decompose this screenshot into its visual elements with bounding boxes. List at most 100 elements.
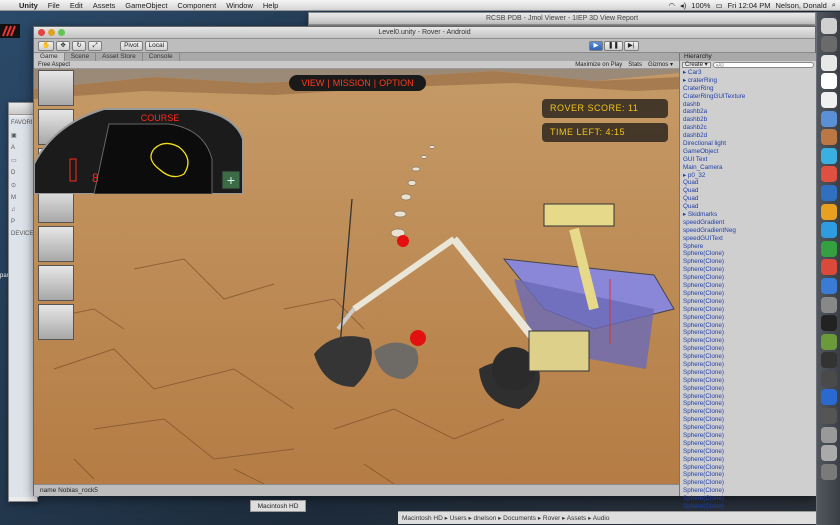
tool-needle-icon[interactable]: [38, 304, 74, 340]
tab-scene[interactable]: Scene: [65, 53, 97, 61]
dock-calendar-icon[interactable]: [820, 73, 837, 90]
hierarchy-item[interactable]: Sphere(Clone): [683, 424, 816, 432]
hierarchy-item[interactable]: ▸ Car3: [683, 69, 816, 77]
jmol-window[interactable]: RCSB PDB - Jmol Viewer - 1IEP 3D View Re…: [308, 12, 816, 26]
hierarchy-item[interactable]: Sphere(Clone): [683, 487, 816, 495]
hierarchy-item[interactable]: ▸ Skidmarks: [683, 211, 816, 219]
hierarchy-item[interactable]: ▸ p0_32: [683, 172, 816, 180]
hierarchy-item[interactable]: Sphere(Clone): [683, 266, 816, 274]
hierarchy-item[interactable]: Main_Camera: [683, 164, 816, 172]
hierarchy-search-input[interactable]: ▾All: [712, 62, 814, 69]
hierarchy-item[interactable]: Sphere(Clone): [683, 337, 816, 345]
hierarchy-item[interactable]: Sphere(Clone): [683, 385, 816, 393]
move-tool-button[interactable]: ✥: [56, 40, 71, 51]
dock-safari-icon[interactable]: [820, 54, 837, 71]
hierarchy-item[interactable]: CraterRingGUITexture: [683, 93, 816, 101]
rotate-tool-button[interactable]: ↻: [72, 40, 87, 51]
pause-button[interactable]: ❚❚: [604, 41, 623, 51]
dock-folder-icon[interactable]: [820, 426, 837, 443]
hierarchy-item[interactable]: Sphere(Clone): [683, 432, 816, 440]
step-button[interactable]: ▶|: [623, 41, 639, 51]
gizmos-dropdown[interactable]: Gizmos ▾: [648, 61, 673, 68]
finder-tab-macintosh-hd[interactable]: Macintosh HD: [250, 500, 306, 512]
hierarchy-item[interactable]: GUI Text: [683, 156, 816, 164]
hierarchy-item[interactable]: Sphere(Clone): [683, 448, 816, 456]
dock-excel-icon[interactable]: [820, 240, 837, 257]
menu-window[interactable]: Window: [221, 1, 258, 10]
spotlight-icon[interactable]: ⌕: [832, 0, 836, 10]
minimize-button[interactable]: [48, 29, 55, 36]
hierarchy-item[interactable]: dashb2b: [683, 116, 816, 124]
tab-asset-store[interactable]: Asset Store: [96, 53, 143, 61]
hierarchy-item[interactable]: CraterRing: [683, 85, 816, 93]
game-view[interactable]: VIEW | MISSION | OPTION ROVER SCORE: 11 …: [34, 69, 679, 484]
dock-powerpoint-icon[interactable]: [820, 259, 837, 276]
hierarchy-item[interactable]: Sphere(Clone): [683, 274, 816, 282]
hand-tool-button[interactable]: ✋: [38, 40, 55, 51]
dock-xcode-icon[interactable]: [820, 389, 837, 406]
hierarchy-item[interactable]: dashb2a: [683, 108, 816, 116]
volume-icon[interactable]: ◂): [680, 1, 686, 10]
hierarchy-item[interactable]: Sphere(Clone): [683, 408, 816, 416]
dock-trash-icon[interactable]: [820, 463, 837, 480]
hierarchy-item[interactable]: Sphere(Clone): [683, 440, 816, 448]
hierarchy-item[interactable]: Sphere(Clone): [683, 479, 816, 487]
play-button[interactable]: ▶: [589, 41, 603, 51]
dock-mail-icon[interactable]: [820, 110, 837, 127]
hierarchy-item[interactable]: Sphere(Clone): [683, 393, 816, 401]
hierarchy-item[interactable]: Quad: [683, 187, 816, 195]
hud-view-button[interactable]: VIEW: [301, 78, 324, 88]
menu-gameobject[interactable]: GameObject: [120, 1, 172, 10]
hierarchy-item[interactable]: Directional light: [683, 140, 816, 148]
hierarchy-item[interactable]: Sphere(Clone): [683, 400, 816, 408]
hierarchy-item[interactable]: Quad: [683, 179, 816, 187]
hierarchy-item[interactable]: Sphere(Clone): [683, 345, 816, 353]
battery-icon[interactable]: ▭: [715, 1, 722, 10]
dock-finder-icon[interactable]: [820, 17, 837, 34]
hierarchy-item[interactable]: Quad: [683, 203, 816, 211]
dock-contacts-icon[interactable]: [820, 91, 837, 108]
battery-percent[interactable]: 100%: [691, 1, 710, 10]
maximize-on-play-toggle[interactable]: Maximize on Play: [575, 61, 622, 68]
menu-assets[interactable]: Assets: [88, 1, 121, 10]
dock-safari-2-icon[interactable]: [820, 222, 837, 239]
zoom-button[interactable]: [58, 29, 65, 36]
tab-console[interactable]: Console: [143, 53, 180, 61]
hierarchy-item[interactable]: Sphere(Clone): [683, 298, 816, 306]
hierarchy-item[interactable]: Sphere(Clone): [683, 456, 816, 464]
tool-scoop-icon[interactable]: [38, 226, 74, 262]
hierarchy-item[interactable]: Quad: [683, 195, 816, 203]
hierarchy-item[interactable]: Sphere(Clone): [683, 416, 816, 424]
hierarchy-item[interactable]: Sphere(Clone): [683, 361, 816, 369]
dock-preferences-icon[interactable]: [820, 129, 837, 146]
dock-outlook-icon[interactable]: [820, 277, 837, 294]
hierarchy-item[interactable]: ▸ craterRing: [683, 77, 816, 85]
dock-android-icon[interactable]: [820, 333, 837, 350]
clock[interactable]: Fri 12:04 PM: [728, 1, 771, 10]
hierarchy-item[interactable]: Sphere: [683, 243, 816, 251]
hierarchy-header[interactable]: Hierarchy: [680, 53, 816, 61]
hierarchy-item[interactable]: Sphere(Clone): [683, 290, 816, 298]
hierarchy-item[interactable]: GameObject: [683, 148, 816, 156]
scale-tool-button[interactable]: ⤢: [88, 40, 103, 51]
hierarchy-item[interactable]: Sphere(Clone): [683, 306, 816, 314]
hierarchy-item[interactable]: Sphere(Clone): [683, 329, 816, 337]
hierarchy-item[interactable]: Sphere(Clone): [683, 282, 816, 290]
hud-mission-button[interactable]: MISSION: [333, 78, 371, 88]
hierarchy-item[interactable]: dashb2c: [683, 124, 816, 132]
hierarchy-item[interactable]: Sphere(Clone): [683, 314, 816, 322]
hierarchy-item[interactable]: speedGradient: [683, 219, 816, 227]
hierarchy-item[interactable]: Sphere(Clone): [683, 503, 816, 511]
dock-quicktime-icon[interactable]: [820, 370, 837, 387]
tool-probe-icon[interactable]: [38, 265, 74, 301]
hierarchy-item[interactable]: Sphere(Clone): [683, 322, 816, 330]
hierarchy-item[interactable]: Sphere(Clone): [683, 464, 816, 472]
hierarchy-item[interactable]: speedGradientNeg: [683, 227, 816, 235]
dock-terminal-icon[interactable]: [820, 296, 837, 313]
dock-skype-icon[interactable]: [820, 147, 837, 164]
create-dropdown[interactable]: Create ▾: [682, 62, 711, 68]
hierarchy-item[interactable]: Sphere(Clone): [683, 377, 816, 385]
dock-chrome-icon[interactable]: [820, 166, 837, 183]
stats-toggle[interactable]: Stats: [628, 61, 642, 68]
user-name[interactable]: Nelson, Donald: [776, 1, 827, 10]
